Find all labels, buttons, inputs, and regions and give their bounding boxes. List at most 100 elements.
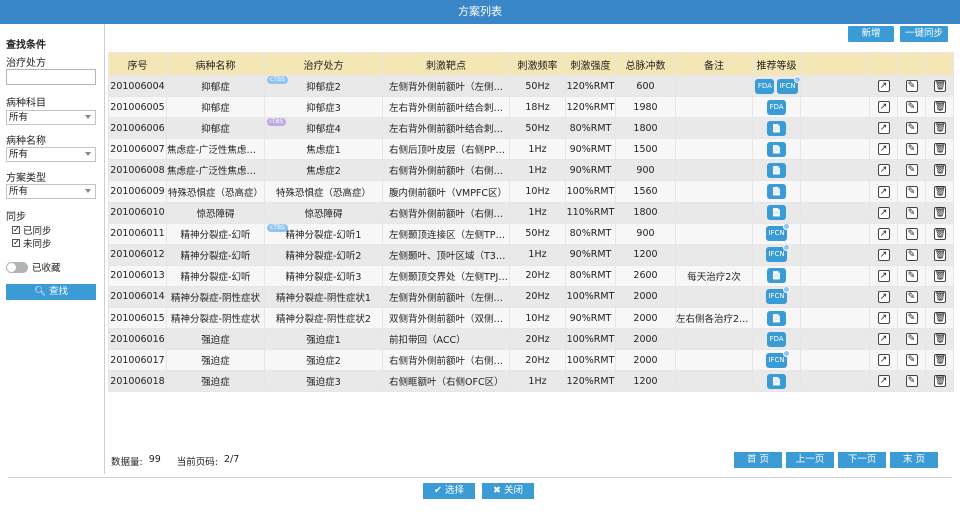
ifcn-badge[interactable]: IFCN — [777, 76, 800, 94]
table-row[interactable]: 201006011 精神分裂症-幻听 cTBS 精神分裂症-幻听1 左侧颞顶连接区（左侧… — [108, 222, 954, 245]
delete-icon[interactable]: 🗑 — [933, 375, 946, 388]
table-row[interactable]: 201006006 抑郁症 iTBS 抑郁症4 左右背外侧前额叶结合刺激… 50Hz 80%… — [108, 117, 954, 140]
edit-icon[interactable]: ✎ — [905, 269, 918, 282]
delete-button[interactable]: 🗑 — [925, 138, 954, 161]
edit-icon[interactable]: ✎ — [905, 80, 918, 93]
sync-all-button[interactable]: 一键同步 — [900, 26, 948, 42]
document-icon[interactable]: 📄 — [767, 268, 786, 284]
document-icon[interactable]: 📄 — [767, 120, 786, 136]
edit-button[interactable]: ✎ — [897, 96, 926, 119]
document-icon[interactable]: 📄 — [767, 141, 786, 157]
synced-checkbox-row[interactable]: ✓ 已同步 — [12, 223, 52, 237]
export-icon[interactable]: ↗ — [877, 206, 890, 219]
edit-button[interactable]: ✎ — [897, 159, 926, 182]
edit-button[interactable]: ✎ — [897, 117, 926, 140]
table-row[interactable]: 201006016 强迫症 强迫症1 前扣带回（ACC） 20Hz 100%RMT 2000… — [108, 328, 954, 351]
export-button[interactable]: ↗ — [869, 159, 898, 182]
delete-button[interactable]: 🗑 — [925, 201, 954, 224]
edit-icon[interactable]: ✎ — [905, 375, 918, 388]
delete-button[interactable]: 🗑 — [925, 328, 954, 351]
document-icon[interactable]: 📄 — [767, 184, 786, 200]
table-row[interactable]: 201006008 焦虑症-广泛性焦虑障碍 焦虑症2 右侧背外侧前额叶（右侧DL… 1H… — [108, 159, 954, 182]
export-icon[interactable]: ↗ — [877, 80, 890, 93]
edit-button[interactable]: ✎ — [897, 349, 926, 372]
export-button[interactable]: ↗ — [869, 138, 898, 161]
delete-icon[interactable]: 🗑 — [933, 248, 946, 261]
edit-icon[interactable]: ✎ — [905, 354, 918, 367]
select-button[interactable]: ✔ 选择 — [423, 483, 475, 499]
edit-icon[interactable]: ✎ — [905, 143, 918, 156]
unsynced-checkbox-row[interactable]: ✓ 未同步 — [12, 236, 52, 250]
document-icon[interactable]: 📄 — [767, 162, 786, 178]
export-icon[interactable]: ↗ — [877, 143, 890, 156]
unsynced-checkbox[interactable]: ✓ — [12, 239, 20, 247]
export-icon[interactable]: ↗ — [877, 290, 890, 303]
delete-icon[interactable]: 🗑 — [933, 290, 946, 303]
delete-button[interactable]: 🗑 — [925, 307, 954, 330]
delete-button[interactable]: 🗑 — [925, 243, 954, 266]
delete-icon[interactable]: 🗑 — [933, 80, 946, 93]
disease-name-select[interactable]: 所有 — [6, 147, 96, 162]
edit-button[interactable]: ✎ — [897, 138, 926, 161]
table-row[interactable]: 201006009 特殊恐惧症（恐高症） 特殊恐惧症（恐高症） 腹内侧前额叶（VMPF… — [108, 180, 954, 203]
export-icon[interactable]: ↗ — [877, 312, 890, 325]
edit-button[interactable]: ✎ — [897, 285, 926, 309]
export-button[interactable]: ↗ — [869, 243, 898, 266]
export-icon[interactable]: ↗ — [877, 122, 890, 135]
edit-icon[interactable]: ✎ — [905, 122, 918, 135]
export-icon[interactable]: ↗ — [877, 375, 890, 388]
plan-type-select[interactable]: 所有 — [6, 184, 96, 199]
table-row[interactable]: 201006013 精神分裂症-幻听 精神分裂症-幻听3 左侧颞顶交界处（左侧TPJ…… — [108, 264, 954, 287]
delete-button[interactable]: 🗑 — [925, 74, 954, 98]
table-row[interactable]: 201006017 强迫症 强迫症2 右侧背外侧前额叶（右侧DL… 20Hz 100%RM… — [108, 349, 954, 372]
delete-button[interactable]: 🗑 — [925, 349, 954, 372]
edit-button[interactable]: ✎ — [897, 243, 926, 266]
edit-button[interactable]: ✎ — [897, 264, 926, 287]
export-button[interactable]: ↗ — [869, 264, 898, 287]
edit-icon[interactable]: ✎ — [905, 312, 918, 325]
delete-icon[interactable]: 🗑 — [933, 333, 946, 346]
delete-button[interactable]: 🗑 — [925, 159, 954, 182]
close-button[interactable]: ✖ 关闭 — [482, 483, 534, 499]
document-icon[interactable]: 📄 — [767, 310, 786, 326]
delete-button[interactable]: 🗑 — [925, 370, 954, 393]
prescription-filter-input[interactable] — [6, 69, 96, 85]
edit-button[interactable]: ✎ — [897, 201, 926, 224]
table-row[interactable]: 201006010 惊恐障碍 惊恐障碍 右侧背外侧前额叶（右侧DL… 1Hz 110%RM… — [108, 201, 954, 224]
export-button[interactable]: ↗ — [869, 328, 898, 351]
edit-button[interactable]: ✎ — [897, 328, 926, 351]
export-icon[interactable]: ↗ — [877, 269, 890, 282]
delete-icon[interactable]: 🗑 — [933, 354, 946, 367]
table-row[interactable]: 201006004 抑郁症 cTBS 抑郁症2 左侧背外侧前额叶（左侧DL… 50Hz 12… — [108, 74, 954, 98]
fda-badge[interactable]: FDA — [767, 99, 786, 115]
document-icon[interactable]: 📄 — [767, 373, 786, 389]
export-button[interactable]: ↗ — [869, 117, 898, 140]
prev-page-button[interactable]: 上一页 — [786, 452, 834, 468]
delete-icon[interactable]: 🗑 — [933, 164, 946, 177]
export-icon[interactable]: ↗ — [877, 248, 890, 261]
export-icon[interactable]: ↗ — [877, 227, 890, 240]
delete-icon[interactable]: 🗑 — [933, 312, 946, 325]
export-icon[interactable]: ↗ — [877, 333, 890, 346]
delete-button[interactable]: 🗑 — [925, 117, 954, 140]
table-row[interactable]: 201006018 强迫症 强迫症3 右侧眶额叶（右侧OFC区） 1Hz 120%RMT 1… — [108, 370, 954, 393]
ifcn-badge[interactable]: IFCN — [766, 245, 790, 263]
document-icon[interactable]: 📄 — [767, 205, 786, 221]
delete-button[interactable]: 🗑 — [925, 285, 954, 309]
add-button[interactable]: 新增 — [848, 26, 894, 42]
delete-icon[interactable]: 🗑 — [933, 185, 946, 198]
export-button[interactable]: ↗ — [869, 285, 898, 309]
export-button[interactable]: ↗ — [869, 307, 898, 330]
export-icon[interactable]: ↗ — [877, 354, 890, 367]
edit-icon[interactable]: ✎ — [905, 248, 918, 261]
export-button[interactable]: ↗ — [869, 180, 898, 203]
disease-category-select[interactable]: 所有 — [6, 110, 96, 125]
export-button[interactable]: ↗ — [869, 222, 898, 245]
edit-icon[interactable]: ✎ — [905, 227, 918, 240]
edit-button[interactable]: ✎ — [897, 307, 926, 330]
table-row[interactable]: 201006005 抑郁症 抑郁症3 左右背外侧前额叶结合刺激… 18Hz 120%RMT… — [108, 96, 954, 119]
favorite-toggle[interactable] — [6, 261, 28, 273]
ifcn-badge[interactable]: IFCN — [766, 350, 790, 368]
edit-button[interactable]: ✎ — [897, 74, 926, 98]
next-page-button[interactable]: 下一页 — [838, 452, 886, 468]
